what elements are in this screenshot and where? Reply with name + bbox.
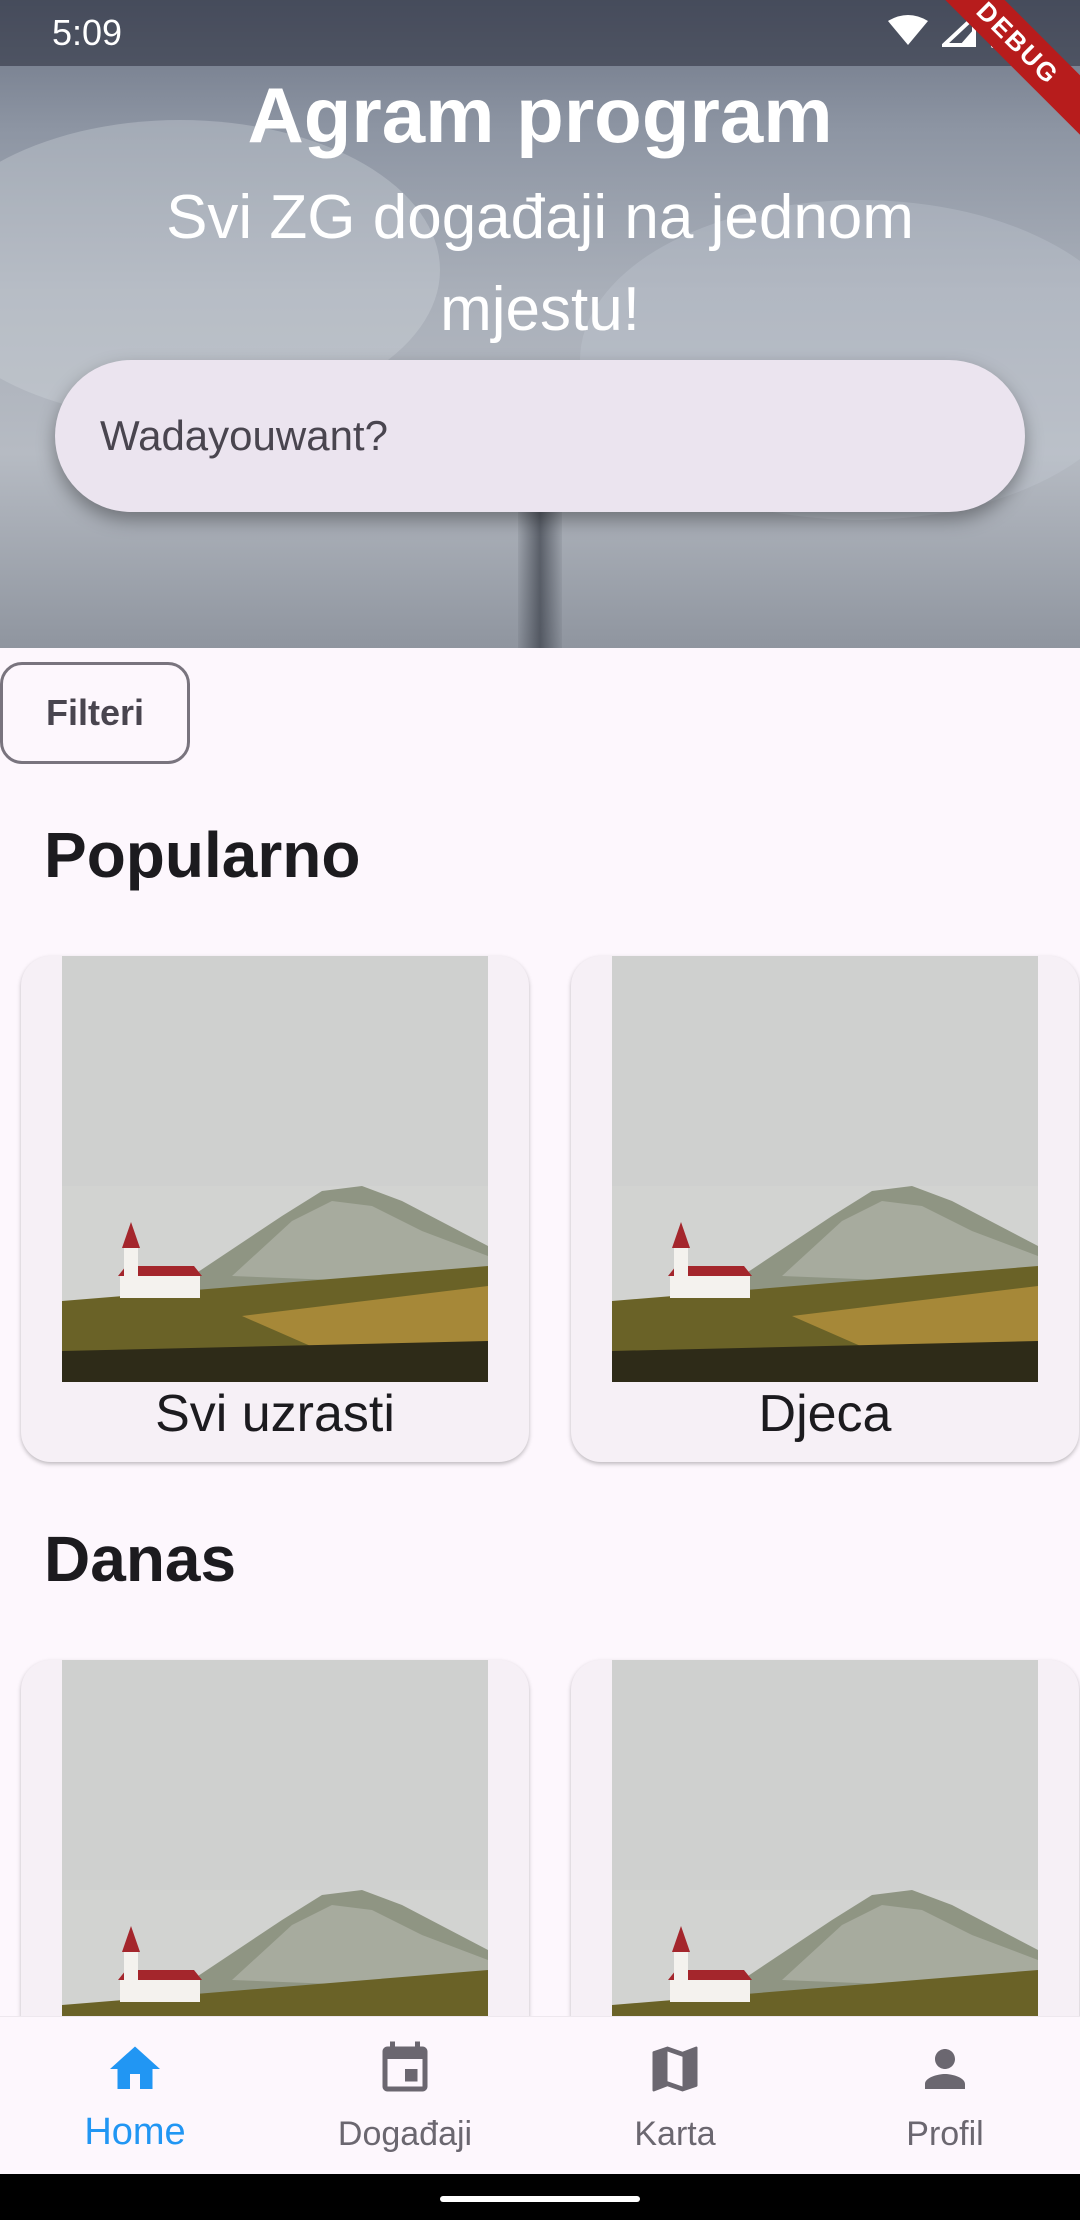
nav-item-karta[interactable]: Karta xyxy=(540,2017,810,2175)
calendar-icon xyxy=(382,2041,428,2092)
card-image xyxy=(62,956,488,1382)
wifi-icon xyxy=(888,15,928,45)
home-gesture-handle[interactable] xyxy=(440,2196,640,2202)
status-bar: 5:09 xyxy=(0,0,1080,66)
nav-item-dogadaji[interactable]: Događaji xyxy=(270,2017,540,2175)
nav-label-dogadaji: Događaji xyxy=(337,2115,473,2153)
nav-label-profil: Profil xyxy=(906,2115,984,2153)
category-card-djeca[interactable]: Djeca xyxy=(571,956,1079,1462)
nav-item-profil[interactable]: Profil xyxy=(810,2017,1080,2175)
person-icon xyxy=(925,2049,965,2089)
card-label: Svi uzrasti xyxy=(155,1385,395,1443)
section-title-popularno: Popularno xyxy=(44,819,361,891)
status-time: 5:09 xyxy=(52,12,123,53)
section-title-danas: Danas xyxy=(44,1523,237,1595)
app-subtitle: Svi ZG događaji na jednom mjestu! xyxy=(166,183,914,344)
search-input[interactable]: Wadayouwant? xyxy=(55,360,1025,512)
card-image xyxy=(612,956,1038,1382)
nav-item-home[interactable]: Home xyxy=(0,2017,270,2175)
filter-button[interactable]: Filteri xyxy=(0,662,190,764)
app-title: Agram program xyxy=(247,71,833,159)
hero-banner: Agram program Svi ZG događaji na jednom … xyxy=(0,0,1080,648)
card-label: Djeca xyxy=(758,1385,892,1443)
map-icon xyxy=(652,2046,698,2092)
search-placeholder: Wadayouwant? xyxy=(100,412,388,459)
system-navigation-bar xyxy=(0,2174,1080,2220)
home-icon xyxy=(110,2046,160,2089)
nav-label-home: Home xyxy=(84,2111,186,2153)
category-card-svi-uzrasti[interactable]: Svi uzrasti xyxy=(21,956,529,1462)
nav-label-karta: Karta xyxy=(634,2115,716,2153)
bottom-navigation: Home Događaji Karta Profil xyxy=(0,2016,1080,2175)
